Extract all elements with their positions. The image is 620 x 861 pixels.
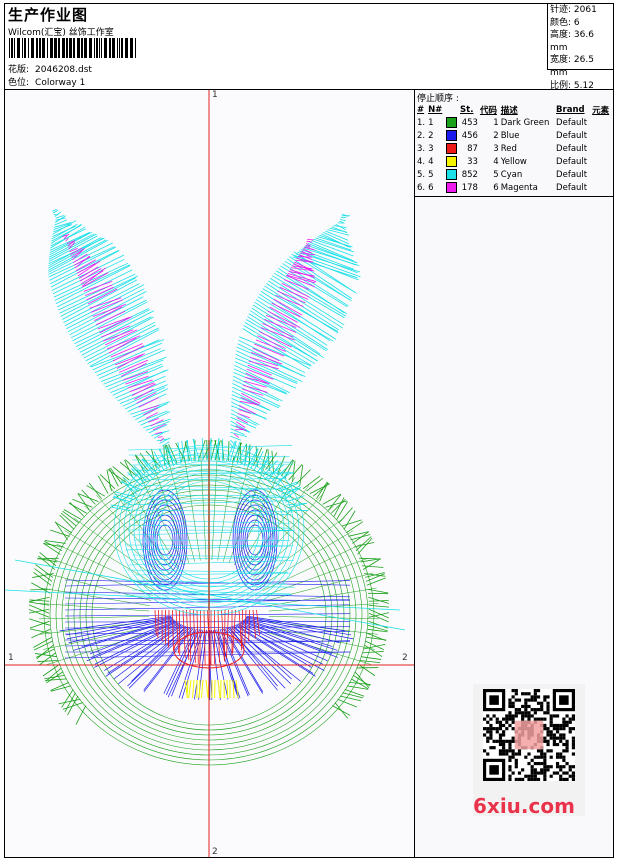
embroidery-design	[5, 90, 414, 857]
row-swatch	[445, 142, 459, 155]
row-swatch	[445, 129, 459, 142]
colorway-row: 色位: Colorway 1	[8, 75, 85, 88]
color-swatch	[445, 156, 457, 167]
row-code: 6	[493, 182, 499, 193]
colorway-value: Colorway 1	[35, 78, 86, 88]
row-stitches: 87	[467, 143, 478, 154]
design-name-row: 花版: 2046208.dst	[8, 62, 92, 75]
row-element	[591, 155, 612, 168]
row-index: 2.	[417, 130, 426, 141]
col-code: 代码	[479, 106, 497, 116]
row-swatch	[445, 116, 459, 129]
axis-label-bottom: 2	[212, 847, 218, 857]
row-brand: Default	[556, 169, 588, 180]
row-stitches: 453	[461, 117, 478, 128]
watermark: 6xiu.com	[473, 794, 575, 818]
table-row: 4. 4 33 4 Yellow Default	[416, 155, 612, 168]
axis-label-left: 1	[8, 653, 14, 663]
row-swatch	[445, 181, 459, 194]
row-needle: 6	[428, 182, 434, 193]
row-needle: 4	[428, 156, 434, 167]
qr-code	[483, 689, 575, 781]
barcode	[9, 38, 136, 58]
stitch-count: 针迹: 2061	[550, 5, 597, 15]
col-brand: Brand	[556, 105, 585, 115]
row-code: 1	[493, 117, 499, 128]
design-label: 花版:	[8, 65, 30, 75]
row-swatch	[445, 168, 459, 181]
row-index: 3.	[417, 143, 426, 154]
color-swatch	[445, 143, 457, 154]
axis-label-right: 2	[402, 653, 408, 663]
color-swatch	[445, 169, 457, 180]
row-needle: 5	[428, 169, 434, 180]
col-index: #	[417, 105, 425, 115]
col-description: 描述	[500, 106, 518, 116]
worksheet-header: 生产作业图 Wilcom(汇宝) 丝饰工作室 花版: 2046208.dst 色位…	[5, 4, 613, 91]
row-brand: Default	[556, 156, 588, 167]
table-row: 2. 2 456 2 Blue Default	[416, 129, 612, 142]
stop-sequence-section: 停止顺序 : # N# St. 代码 描述 Brand 元素 1. 1 453 1 Da…	[415, 90, 613, 197]
row-index: 6.	[417, 182, 426, 193]
row-stitches: 456	[461, 130, 478, 141]
row-element	[591, 129, 612, 142]
row-code: 5	[493, 169, 499, 180]
row-brand: Default	[556, 182, 588, 193]
studio-name: Wilcom(汇宝) 丝饰工作室	[8, 28, 114, 38]
design-width: 宽度: 26.5 mm	[550, 55, 594, 78]
row-code: 2	[493, 130, 499, 141]
row-swatch	[445, 155, 459, 168]
row-brand: Default	[556, 143, 588, 154]
row-code: 3	[493, 143, 499, 154]
table-row: 3. 3 87 3 Red Default	[416, 142, 612, 155]
color-swatch	[445, 117, 457, 128]
row-brand: Default	[556, 130, 588, 141]
row-index: 4.	[417, 156, 426, 167]
row-element	[591, 168, 612, 181]
row-element	[591, 181, 612, 194]
row-needle: 1	[428, 117, 434, 128]
color-swatch	[445, 182, 457, 193]
table-row: 5. 5 852 5 Cyan Default	[416, 168, 612, 181]
col-swatch	[445, 104, 459, 116]
row-description: Magenta	[500, 182, 538, 193]
row-description: Dark Green	[500, 117, 550, 128]
design-height: 高度: 36.6 mm	[550, 30, 594, 53]
row-description: Blue	[500, 130, 520, 141]
row-needle: 2	[428, 130, 434, 141]
stats-box: 针迹: 2061 颜色: 6 高度: 36.6 mm 宽度: 26.5 mm 比…	[547, 4, 613, 91]
color-count: 颜色: 6	[550, 17, 580, 28]
table-row: 6. 6 178 6 Magenta Default	[416, 181, 612, 194]
row-stitches: 178	[461, 182, 478, 193]
design-preview[interactable]: 1 2 1 2	[5, 90, 415, 857]
col-needle: N#	[428, 105, 443, 115]
row-index: 5.	[417, 169, 426, 180]
row-needle: 3	[428, 143, 434, 154]
row-description: Cyan	[500, 169, 523, 180]
table-row: 1. 1 453 1 Dark Green Default	[416, 116, 612, 129]
yellow-stitches	[184, 679, 239, 699]
row-code: 4	[493, 156, 499, 167]
row-stitches: 852	[461, 169, 478, 180]
stop-sequence-table: # N# St. 代码 描述 Brand 元素 1. 1 453 1 Dark Gree…	[416, 104, 612, 194]
stop-sequence-title: 停止顺序 :	[417, 94, 459, 104]
production-worksheet: 生产作业图 Wilcom(汇宝) 丝饰工作室 花版: 2046208.dst 色位…	[4, 3, 614, 858]
row-stitches: 33	[467, 156, 478, 167]
axis-label-top: 1	[212, 90, 218, 100]
col-stitches: St.	[460, 105, 474, 115]
row-element	[591, 116, 612, 129]
row-element	[591, 142, 612, 155]
color-swatch	[445, 130, 457, 141]
table-header-row: # N# St. 代码 描述 Brand 元素	[416, 104, 612, 116]
row-description: Yellow	[500, 156, 527, 167]
page-title: 生产作业图	[8, 6, 89, 24]
col-element: 元素	[592, 106, 610, 116]
design-value: 2046208.dst	[35, 65, 92, 75]
colorway-label: 色位:	[8, 78, 30, 88]
row-brand: Default	[556, 117, 588, 128]
row-description: Red	[500, 143, 517, 154]
row-index: 1.	[417, 117, 426, 128]
